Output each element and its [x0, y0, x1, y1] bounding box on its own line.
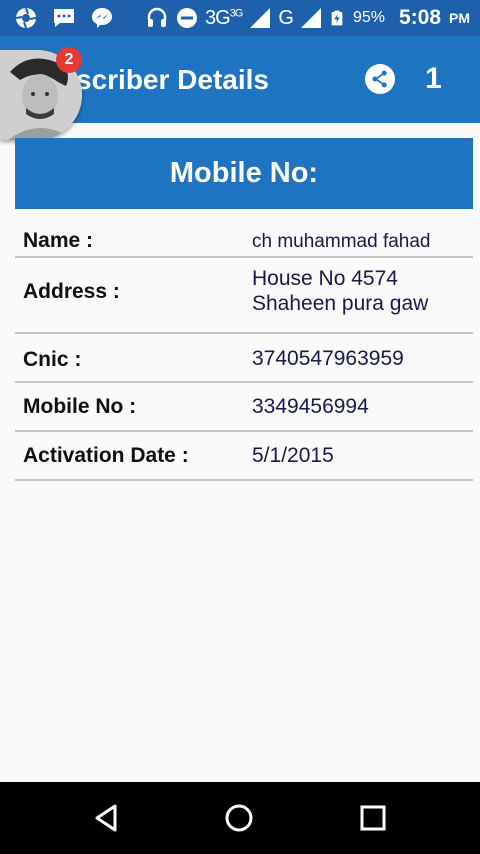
detail-row-activation: Activation Date : 5/1/2015: [15, 432, 473, 481]
recents-icon[interactable]: [355, 800, 391, 836]
name-value: ch muhammad fahad: [252, 231, 431, 252]
signal-icon: [250, 8, 271, 28]
activation-value: 5/1/2015: [252, 444, 334, 467]
notification-badge: 2: [56, 47, 82, 73]
detail-row-address: Address : House No 4574 Shaheen pura gaw: [15, 258, 473, 334]
back-icon[interactable]: [88, 800, 124, 836]
cnic-label: Cnic :: [23, 348, 82, 371]
signal-icon: [300, 8, 321, 28]
battery-percent: 95%: [352, 9, 385, 26]
page-title: scriber Details: [76, 64, 269, 95]
messenger-icon: [92, 8, 112, 28]
home-icon[interactable]: [221, 800, 257, 836]
status-bar: 3G3G G 95% 5:08 PM: [0, 0, 480, 36]
chat-icon: [54, 9, 74, 27]
battery-icon: [331, 10, 343, 26]
clock-ampm: PM: [449, 10, 470, 26]
activation-label: Activation Date :: [23, 444, 189, 467]
address-line-1: House No 4574: [252, 267, 398, 290]
cnic-value: 3740547963959: [252, 347, 404, 370]
share-icon: [372, 70, 387, 88]
address-line-2: Shaheen pura gaw: [252, 292, 429, 315]
item-count: 1: [425, 62, 442, 95]
dnd-icon: [177, 8, 197, 28]
section-header: Mobile No:: [15, 138, 473, 209]
navigation-bar: [0, 782, 480, 854]
address-value: House No 4574 Shaheen pura gaw: [252, 266, 428, 316]
name-label: Name :: [23, 229, 94, 252]
detail-row-mobile: Mobile No : 3349456994: [15, 383, 473, 432]
mobile-value: 3349456994: [252, 395, 369, 418]
detail-row-cnic: Cnic : 3740547963959: [15, 334, 473, 383]
details-list: Name : ch muhammad fahad Address : House…: [15, 220, 473, 481]
address-label: Address :: [23, 280, 120, 303]
share-button[interactable]: [365, 64, 395, 94]
mobile-label: Mobile No :: [23, 395, 137, 418]
aperture-icon: [15, 7, 37, 29]
network-g-label: G: [278, 6, 294, 29]
network-3g-label: 3G3G: [205, 6, 243, 29]
detail-row-name: Name : ch muhammad fahad: [15, 220, 473, 258]
headset-icon: [147, 7, 167, 27]
clock-time: 5:08: [398, 6, 441, 29]
